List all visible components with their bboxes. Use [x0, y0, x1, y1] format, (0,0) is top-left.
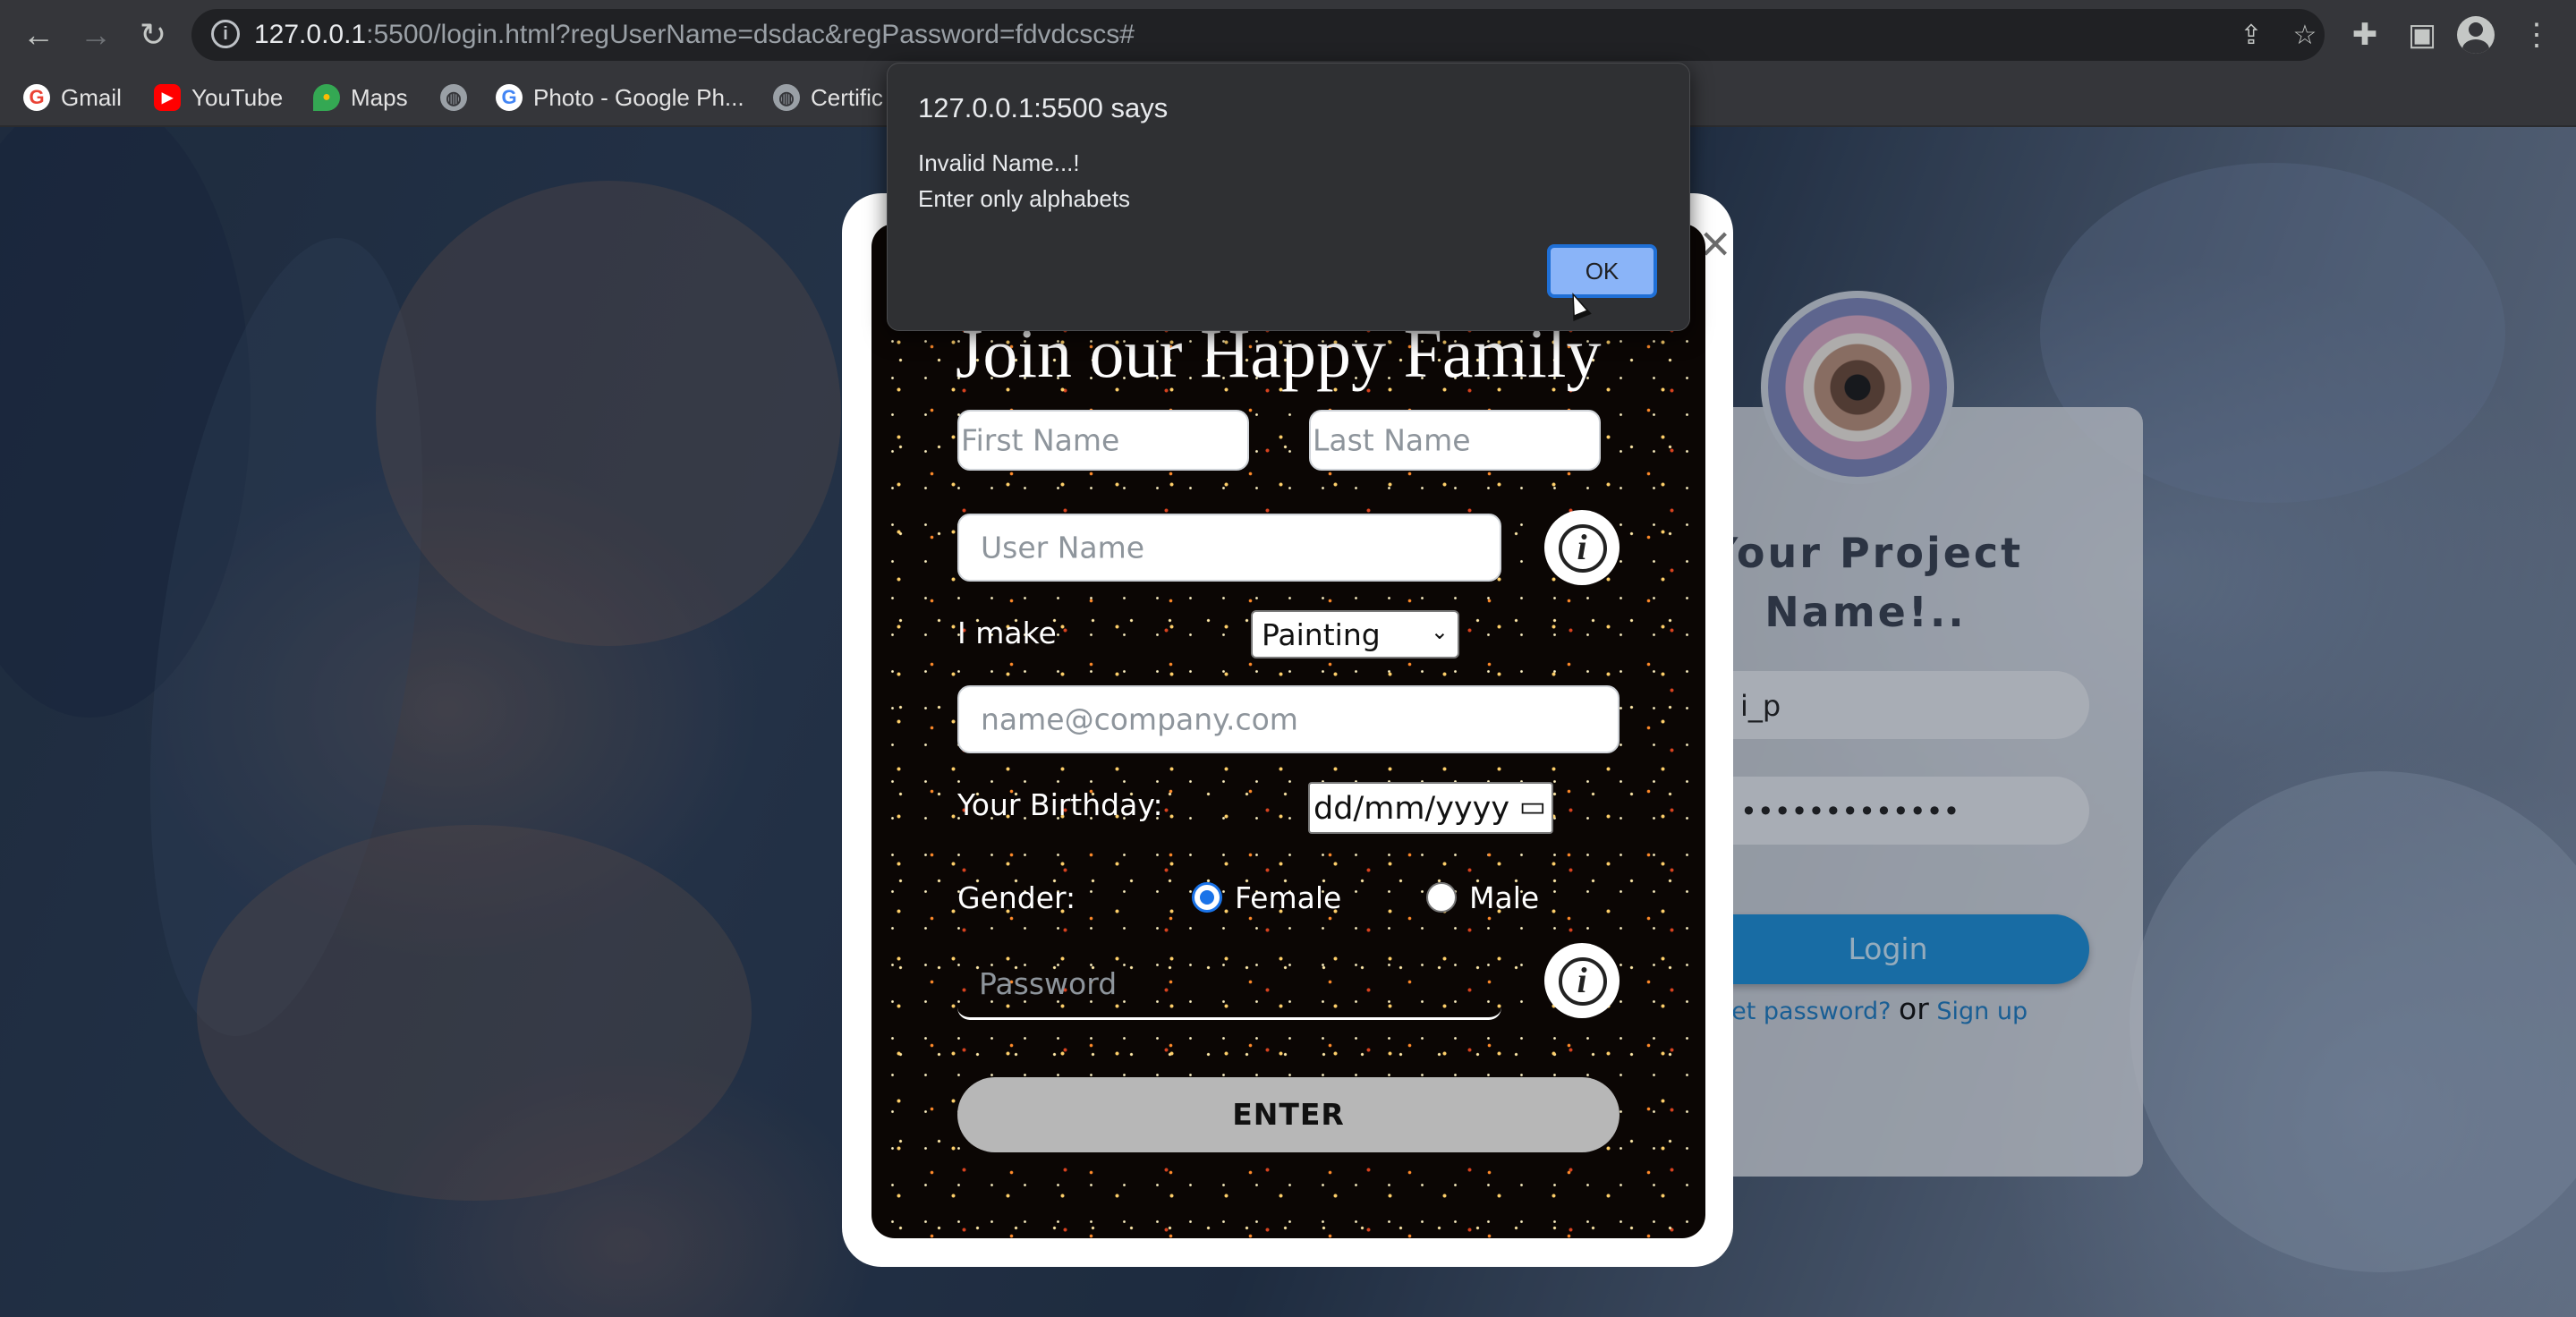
- gender-label: Gender:: [957, 880, 1076, 915]
- browser-toolbar: ← → ↻ i 127.0.0.1:5500/login.html?regUse…: [0, 0, 2576, 70]
- profile-avatar-icon[interactable]: [2457, 16, 2495, 54]
- back-icon[interactable]: ←: [16, 11, 61, 59]
- bookmark-maps[interactable]: ● Maps: [313, 77, 408, 118]
- maps-icon: ●: [313, 84, 340, 111]
- birthday-value: dd/mm/yyyy: [1314, 791, 1510, 827]
- bookmark-google-photos[interactable]: G Photo - Google Ph...: [496, 77, 744, 118]
- extensions-icon[interactable]: ✚: [2341, 11, 2389, 59]
- url-text[interactable]: 127.0.0.1:5500/login.html?regUserName=ds…: [254, 20, 1135, 50]
- globe-icon: ◍: [440, 84, 467, 111]
- first-name-input[interactable]: First Name: [957, 410, 1249, 471]
- gender-female-radio[interactable]: [1192, 882, 1222, 913]
- forward-icon[interactable]: →: [73, 11, 118, 59]
- info-glyph: i: [1577, 527, 1587, 567]
- bookmark-label: Photo - Google Ph...: [533, 83, 744, 111]
- username-input[interactable]: User Name: [957, 514, 1501, 582]
- site-info-icon[interactable]: i: [211, 20, 240, 48]
- side-panel-icon[interactable]: ▣: [2398, 11, 2446, 59]
- reload-icon[interactable]: ↻: [131, 11, 175, 59]
- birthday-label: Your Birthday:: [957, 787, 1163, 822]
- gender-female-label[interactable]: Female: [1235, 880, 1341, 915]
- bookmark-youtube[interactable]: ▶ YouTube: [154, 77, 283, 118]
- gender-male-label[interactable]: Male: [1469, 880, 1539, 915]
- email-input[interactable]: name@company.com: [957, 685, 1620, 753]
- username-placeholder: User Name: [981, 530, 1145, 565]
- chevron-down-icon: ⌄: [1430, 619, 1449, 644]
- info-glyph: i: [1577, 960, 1587, 1000]
- password-info-icon[interactable]: i: [1544, 943, 1620, 1018]
- password-input[interactable]: Password: [957, 954, 1501, 1020]
- alert-message-line1: Invalid Name...!: [918, 149, 1080, 176]
- bookmark-label: Maps: [351, 83, 408, 111]
- menu-kebab-icon[interactable]: ⋮: [2512, 11, 2561, 59]
- bookmark-label: YouTube: [191, 83, 284, 111]
- last-name-input[interactable]: Last Name: [1309, 410, 1601, 471]
- bookmark-gmail[interactable]: G Gmail: [23, 77, 122, 118]
- globe-icon: ◍: [773, 84, 800, 111]
- bookmark-label: Gmail: [61, 83, 122, 111]
- bookmark-label: Certific: [811, 83, 883, 111]
- i-make-label: I make: [957, 616, 1057, 650]
- i-make-selected-value: Painting: [1262, 617, 1381, 652]
- youtube-icon: ▶: [154, 84, 181, 111]
- enter-button[interactable]: ENTER: [957, 1077, 1620, 1152]
- google-icon: G: [496, 84, 523, 111]
- gender-male-radio[interactable]: [1426, 882, 1457, 913]
- first-name-placeholder: First Name: [961, 422, 1120, 458]
- alert-message-line2: Enter only alphabets: [918, 185, 1131, 212]
- address-bar[interactable]: i 127.0.0.1:5500/login.html?regUserName=…: [191, 9, 2325, 61]
- calendar-icon[interactable]: ▭: [1519, 789, 1546, 823]
- bookmark-star-icon[interactable]: ☆: [2287, 18, 2323, 54]
- gmail-icon: G: [23, 84, 50, 111]
- alert-ok-button[interactable]: OK: [1547, 244, 1657, 298]
- alert-dialog: 127.0.0.1:5500 says Invalid Name...! Ent…: [887, 63, 1690, 331]
- password-placeholder: Password: [979, 966, 1118, 1001]
- email-placeholder: name@company.com: [981, 701, 1298, 737]
- bookmark-certific[interactable]: ◍ Certific: [773, 77, 883, 118]
- bookmark-globe[interactable]: ◍: [440, 77, 467, 118]
- last-name-placeholder: Last Name: [1313, 422, 1471, 458]
- share-icon[interactable]: ⇪: [2233, 18, 2269, 54]
- username-info-icon[interactable]: i: [1544, 510, 1620, 585]
- birthday-date-input[interactable]: dd/mm/yyyy ▭: [1308, 782, 1553, 834]
- alert-title: 127.0.0.1:5500 says: [918, 92, 1169, 123]
- i-make-select[interactable]: Painting ⌄: [1251, 610, 1459, 658]
